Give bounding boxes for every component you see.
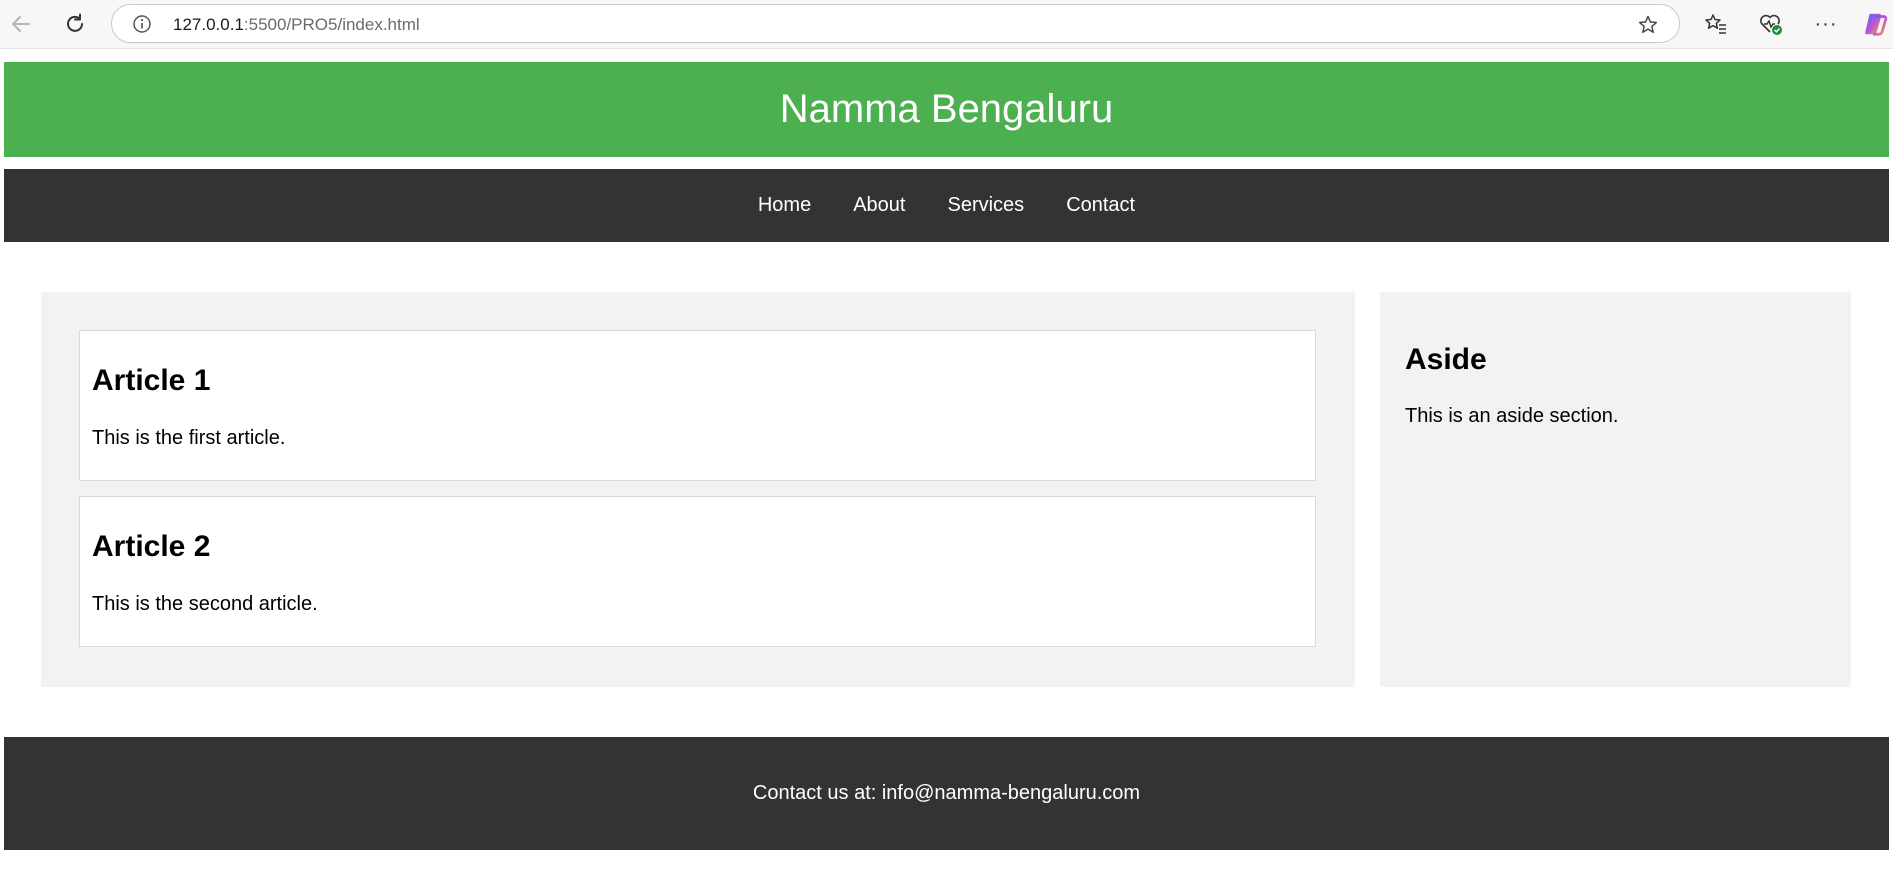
copilot-icon (1865, 13, 1888, 36)
aside-title: Aside (1405, 343, 1487, 376)
article-card: Article 2 This is the second article. (79, 496, 1316, 647)
reload-button[interactable] (59, 8, 91, 40)
article-title: Article 1 (92, 364, 211, 397)
main-section: Article 1 This is the first article. Art… (41, 292, 1355, 687)
more-icon: ··· (1814, 13, 1838, 35)
reload-icon (67, 13, 83, 32)
main-nav: Home About Services Contact (4, 169, 1889, 242)
nav-link-services[interactable]: Services (947, 194, 1024, 217)
footer-contact-text: Contact us at: info@namma-bengaluru.com (752, 782, 1141, 804)
back-arrow-icon (12, 16, 30, 32)
site-footer: Contact us at: info@namma-bengaluru.com (4, 737, 1889, 850)
star-icon[interactable] (1637, 14, 1659, 36)
address-bar[interactable]: 127.0.0.1:5500/PRO5/index.html (111, 4, 1680, 43)
nav-link-about[interactable]: About (853, 194, 905, 217)
url-path: :5500/PRO5/index.html (243, 15, 420, 34)
browser-toolbar: 127.0.0.1:5500/PRO5/index.html ··· (0, 0, 1893, 49)
favorites-icon (1705, 14, 1726, 34)
aside-text: This is an aside section. (1405, 405, 1619, 427)
favorites-button[interactable] (1703, 11, 1729, 37)
url-host: 127.0.0.1 (173, 15, 244, 34)
nav-link-contact[interactable]: Contact (1066, 194, 1135, 217)
copilot-button[interactable] (1863, 11, 1889, 37)
more-button[interactable]: ··· (1813, 11, 1839, 37)
site-header: Namma Bengaluru (4, 62, 1889, 157)
article-card: Article 1 This is the first article. (79, 330, 1316, 481)
url-text: 127.0.0.1:5500/PRO5/index.html (173, 15, 420, 35)
web-page: Namma Bengaluru Home About Services Cont… (0, 49, 1893, 888)
site-title: Namma Bengaluru (779, 87, 1114, 131)
nav-link-home[interactable]: Home (758, 194, 811, 217)
info-icon[interactable] (132, 14, 152, 34)
article-text: This is the first article. (92, 427, 286, 449)
article-text: This is the second article. (92, 593, 318, 615)
article-title: Article 2 (92, 530, 211, 563)
browser-essentials-button[interactable] (1758, 11, 1784, 37)
aside-section: Aside This is an aside section. (1380, 292, 1851, 687)
back-button[interactable] (5, 8, 37, 40)
browser-essentials-icon (1760, 14, 1782, 35)
